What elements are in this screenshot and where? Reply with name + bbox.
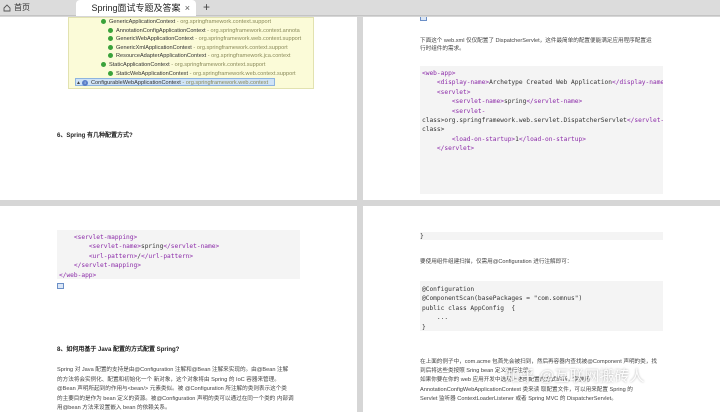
tree-item-package: - org.springframework.context.annota	[207, 27, 300, 34]
paragraph-line: 的方法将会实例化、配置和初始化一个 新对象，这个对象将由 Spring 的 Io…	[57, 376, 280, 383]
code-line: <display-name>Archetype Created Web Appl…	[436, 79, 663, 87]
tree-item-name: GenericWebApplicationContext	[116, 36, 196, 43]
tree-item-package: - org.springframework.web.context	[182, 80, 269, 87]
new-tab-icon[interactable]: +	[203, 0, 210, 15]
class-icon	[108, 70, 113, 76]
tree-item-name: GenericApplicationContext	[109, 19, 177, 25]
tree-item[interactable]: GenericWebApplicationContext - org.sprin…	[108, 35, 301, 43]
tree-item-name: StaticWebApplicationContext	[116, 70, 190, 77]
close-tab-icon[interactable]: ×	[185, 0, 190, 16]
code-line: </web-app>	[59, 271, 97, 279]
tree-item[interactable]: StaticWebApplicationContext - org.spring…	[108, 70, 296, 78]
tree-item[interactable]: ResourceAdapterApplicationContext - org.…	[108, 52, 290, 60]
document-page-1: GenericApplicationContext - org.springfr…	[0, 17, 357, 200]
tree-item[interactable]: ▲ I ConfigurableWebApplicationContext - or…	[75, 78, 275, 87]
code-block-end: }	[420, 232, 663, 240]
interface-icon: I	[82, 79, 88, 86]
document-page-grid: GenericApplicationContext - org.springfr…	[0, 17, 720, 412]
webxml-intro-line-2: 行时组件的需求。	[420, 46, 465, 52]
class-icon	[101, 19, 106, 25]
paragraph-line: AnnotationConfigWebApplicationContext 类来…	[420, 386, 633, 393]
tree-item-package: - org.springframework.web.context.suppor…	[189, 70, 296, 77]
tree-item[interactable]: AnnotationConfigApplicationContext - org…	[108, 27, 300, 35]
section-heading-8: 8、如何用基于 Java 配置的方式配置 Spring?	[57, 347, 180, 353]
code-line: public class AppConfig {	[422, 304, 516, 312]
class-icon	[108, 36, 113, 42]
code-line: ...	[422, 314, 449, 322]
code-line: }	[422, 323, 426, 331]
tree-item-name: AnnotationConfigApplicationContext	[116, 27, 208, 34]
tree-item-package: - org.springframework.context.support	[193, 44, 288, 51]
paragraph-line: Servlet 监听器 ContextLoaderListener 或者 Spr…	[420, 395, 617, 402]
document-page-2: 下面这个 web.xml 仅仅配置了 DispatcherServlet，这件最…	[363, 17, 720, 200]
code-line: </servlet>	[436, 145, 475, 153]
tree-item-package: - org.springframework.web.context.suppor…	[195, 36, 302, 43]
paragraph-line: 用@bean 方法来设置嵌入 bean 的依赖关系。	[57, 405, 171, 412]
zhihu-watermark: 知乎 @互联网搬砖人	[505, 368, 645, 385]
tree-item-name: ConfigurableWebApplicationContext	[91, 80, 183, 87]
tab-home[interactable]: 首页	[0, 0, 62, 16]
tree-item-name: GenericXmlApplicationContext	[116, 44, 194, 51]
class-icon	[101, 62, 106, 68]
paragraph-line: 的主要目的是作为 bean 定义的资源。被@Configuration 声明的类…	[57, 395, 294, 402]
code-line: </servlet-mapping>	[73, 262, 141, 270]
code-line: @ComponentScan(basePackages = "com.somnu…	[422, 295, 583, 303]
paragraph-line: @Bean 声明所起到的作用与<bean/> 元素类似。被 @Configura…	[57, 386, 287, 393]
tree-item-name: ResourceAdapterApplicationContext	[116, 53, 208, 60]
copy-code-icon[interactable]	[420, 17, 427, 21]
component-scan-intro: 要使用组件组建扫描，仅需用@Configuration 进行注解即可：	[420, 259, 573, 265]
tree-item-package: - org.springframework.jca.context	[207, 53, 291, 60]
class-hierarchy-figure: GenericApplicationContext - org.springfr…	[68, 17, 314, 89]
tree-item[interactable]: StaticApplicationContext - org.springfra…	[101, 61, 265, 69]
class-icon	[108, 53, 113, 59]
tab-document-label: Spring面试专题及答案	[91, 3, 181, 13]
appconfig-code-block: @Configuration @ComponentScan(basePackage…	[420, 281, 663, 331]
class-icon	[108, 27, 113, 33]
code-line: <servlet-mapping>	[73, 234, 138, 241]
code-line: <servlet-name>spring</servlet-name>	[451, 98, 583, 106]
code-line: @Configuration	[422, 286, 475, 293]
tab-home-label: 首页	[14, 3, 30, 12]
code-line: <web-app>	[422, 70, 456, 77]
code-line: <servlet-name>spring</servlet-name>	[88, 243, 220, 251]
webxml-code-block: <web-app> <display-name>Archetype Create…	[420, 66, 663, 194]
section-heading-6: 6、Spring 有几种配置方式?	[57, 133, 133, 139]
copy-code-icon[interactable]	[57, 283, 64, 289]
document-page-3: <servlet-mapping> <servlet-name>spring</…	[0, 206, 357, 412]
class-icon	[108, 44, 113, 50]
code-line: <servlet-	[451, 107, 486, 115]
servlet-mapping-code-block: <servlet-mapping> <servlet-name>spring</…	[57, 230, 300, 279]
tree-item-package: - org.springframework.context.support	[176, 19, 271, 25]
tree-item-package: - org.springframework.context.support	[171, 62, 266, 68]
code-line: <load-on-startup>1</load-on-startup>	[451, 135, 586, 143]
tab-document[interactable]: Spring面试专题及答案 ×	[76, 0, 196, 16]
code-line: <url-pattern>/</url-pattern>	[88, 252, 194, 260]
code-line: class>	[422, 126, 445, 134]
tree-item[interactable]: GenericApplicationContext - org.springfr…	[101, 18, 271, 26]
tree-item-name: StaticApplicationContext	[109, 62, 172, 68]
home-icon	[3, 4, 11, 12]
tree-item[interactable]: GenericXmlApplicationContext - org.sprin…	[108, 44, 288, 52]
paragraph-line: Spring 对 Java 配置的支持是由@Configuration 注解和@…	[57, 367, 289, 373]
tab-bar: 首页 Spring面试专题及答案 × +	[0, 0, 720, 16]
code-line: class>org.springframework.web.servlet.Di…	[422, 117, 663, 125]
code-line: <servlet>	[436, 88, 471, 96]
